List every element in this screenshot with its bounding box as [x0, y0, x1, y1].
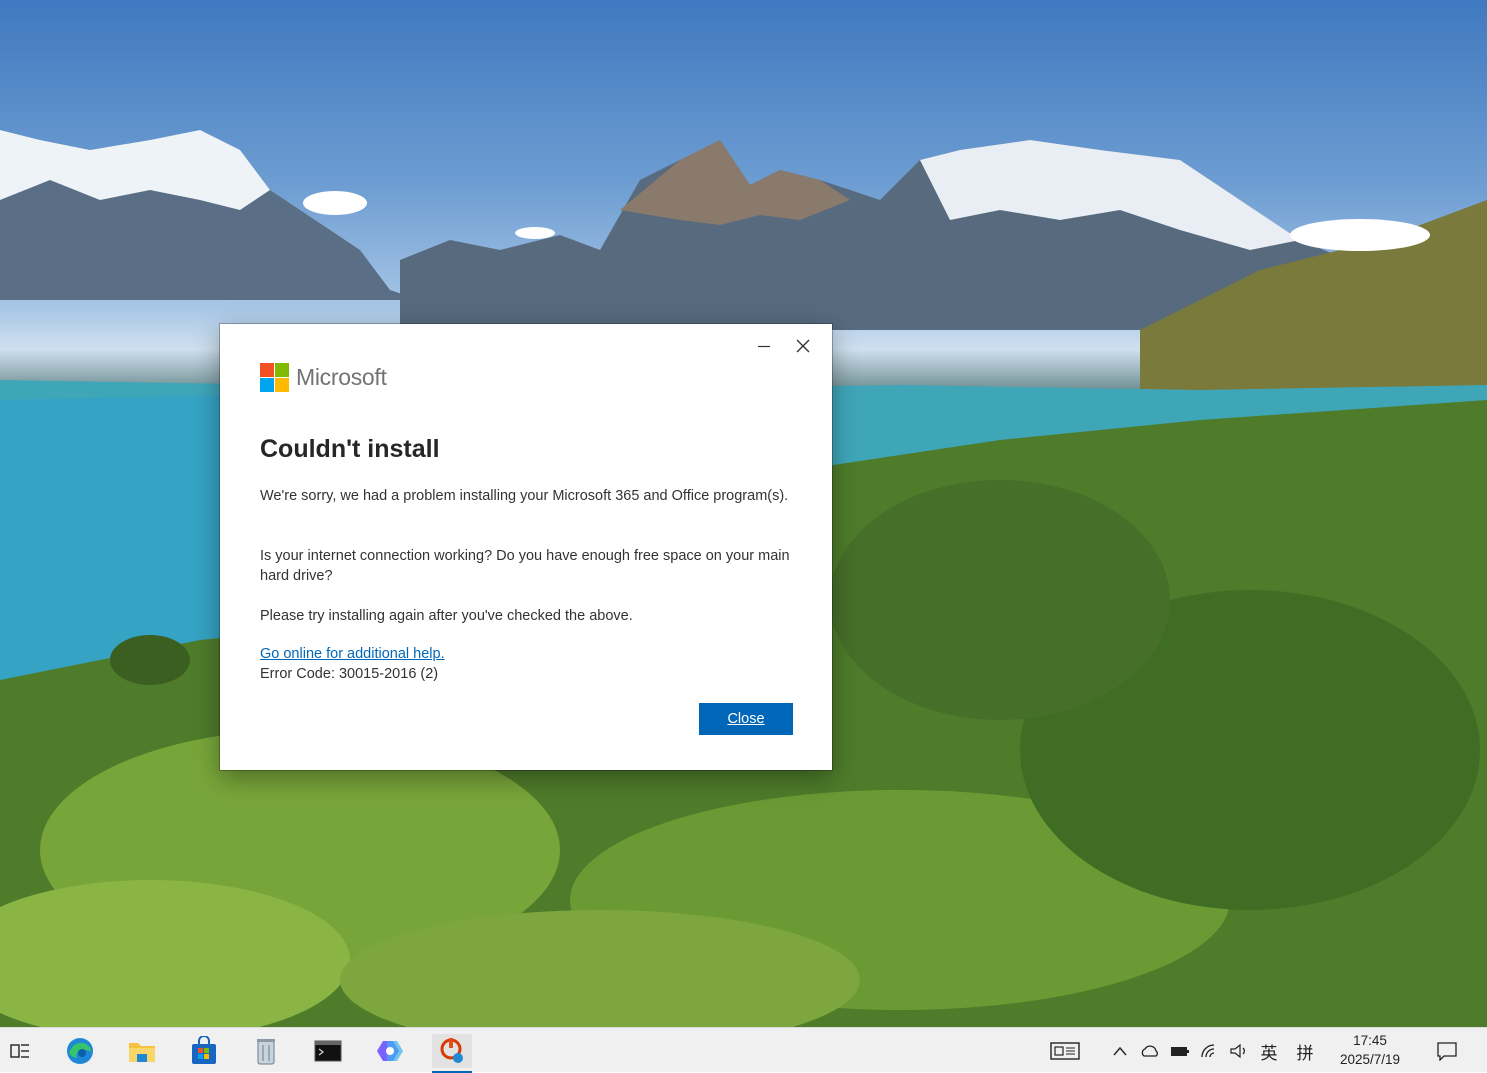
- microsoft-logo: Microsoft: [260, 363, 387, 392]
- cloud-icon: [1141, 1045, 1158, 1057]
- close-button[interactable]: Close: [699, 703, 793, 735]
- chevron-up-icon: [1113, 1046, 1127, 1056]
- clock-time: 17:45: [1353, 1033, 1387, 1048]
- edge-icon: [67, 1038, 93, 1064]
- notification-icon: [1437, 1042, 1457, 1061]
- error-code: Error Code: 30015-2016 (2): [260, 666, 439, 682]
- clock-date: 2025/7/19: [1339, 1052, 1401, 1067]
- task-view-button[interactable]: [0, 1034, 40, 1068]
- news-widget-button[interactable]: [1047, 1036, 1083, 1066]
- copilot-button[interactable]: [370, 1034, 410, 1068]
- ime-language-indicator[interactable]: 英: [1256, 1036, 1282, 1066]
- microsoft-store-button[interactable]: [184, 1034, 224, 1068]
- ime-mode-indicator[interactable]: 拼: [1292, 1036, 1318, 1066]
- wifi-icon: [1201, 1044, 1215, 1058]
- microsoft-logo-icon: [260, 363, 289, 392]
- close-window-button[interactable]: [785, 332, 821, 360]
- edge-button[interactable]: [60, 1034, 100, 1068]
- file-explorer-button[interactable]: [122, 1034, 162, 1068]
- office-setup-button[interactable]: [432, 1034, 472, 1073]
- copilot-icon: [377, 1041, 403, 1061]
- speaker-icon: [1230, 1043, 1245, 1059]
- battery-icon: [1171, 1047, 1189, 1056]
- recycle-bin-icon: [257, 1039, 275, 1065]
- network-button[interactable]: [1197, 1036, 1223, 1066]
- folder-icon: [129, 1043, 155, 1062]
- minimize-icon: [758, 345, 770, 348]
- close-icon: [796, 339, 810, 353]
- taskbar: 英 拼 17:45 2025/7/19: [0, 1027, 1487, 1073]
- volume-button[interactable]: [1226, 1036, 1252, 1066]
- office-setup-icon: [440, 1038, 463, 1063]
- store-icon: [192, 1036, 216, 1064]
- troubleshoot-question: Is your internet connection working? Do …: [260, 548, 790, 584]
- retry-instruction: Please try installing again after you've…: [260, 608, 633, 624]
- terminal-icon: [314, 1040, 342, 1062]
- task-view-icon: [10, 1044, 29, 1058]
- brand-name: Microsoft: [296, 364, 387, 390]
- dialog-title: Couldn't install: [260, 435, 440, 463]
- show-hidden-icons-button[interactable]: [1108, 1036, 1132, 1066]
- notifications-button[interactable]: [1430, 1036, 1464, 1066]
- news-icon: [1050, 1042, 1080, 1060]
- error-message: We're sorry, we had a problem installing…: [260, 488, 789, 504]
- recycle-bin-button[interactable]: [246, 1034, 286, 1068]
- install-error-dialog: Microsoft Couldn't install We're sorry, …: [220, 324, 832, 770]
- command-prompt-button[interactable]: [308, 1034, 348, 1068]
- close-button-label: Close: [727, 711, 765, 727]
- battery-button[interactable]: [1167, 1036, 1193, 1066]
- online-help-link[interactable]: Go online for additional help.: [260, 646, 445, 662]
- onedrive-button[interactable]: [1137, 1036, 1163, 1066]
- clock[interactable]: 17:45 2025/7/19: [1330, 1031, 1410, 1069]
- minimize-button[interactable]: [746, 332, 782, 360]
